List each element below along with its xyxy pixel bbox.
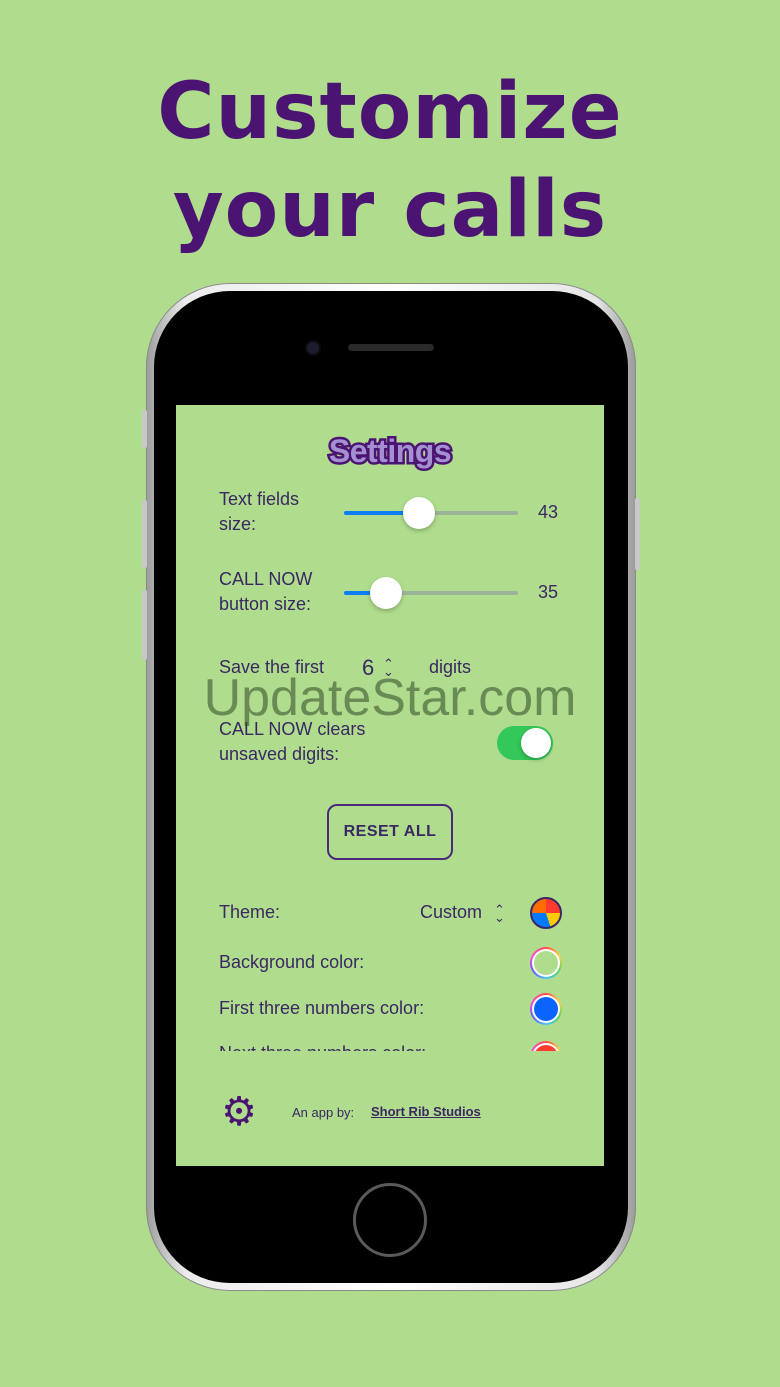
call-now-size-label: CALL NOW button size: (219, 567, 312, 617)
headline-line-1: Customize (157, 67, 623, 157)
text-fields-size-value: 43 (538, 502, 559, 522)
clears-toggle-label-line2: unsaved digits: (219, 744, 340, 764)
home-button[interactable] (353, 1183, 427, 1257)
power-button (635, 498, 640, 570)
next-three-color-swatch (534, 1045, 558, 1051)
theme-chevron-up-down-icon[interactable]: ⌃ ⌄ (494, 903, 505, 924)
call-now-size-label-line1: CALL NOW (219, 569, 313, 589)
clears-unsaved-digits-toggle[interactable] (497, 726, 553, 760)
watermark: UpdateStar.com (203, 669, 577, 727)
gear-icon[interactable]: ⚙ (220, 1092, 258, 1132)
text-fields-size-slider[interactable] (344, 497, 518, 529)
text-fields-size-label-line1: Text fields (219, 489, 300, 509)
background-color-swatch (534, 951, 558, 975)
first-three-color-label: First three numbers color: (219, 998, 425, 1018)
background-color-well[interactable] (530, 947, 562, 979)
text-fields-size-label: Text fields size: (219, 487, 299, 537)
settings-title: Settings (326, 431, 454, 472)
mute-switch (142, 410, 147, 448)
text-fields-size-label-line2: size: (219, 514, 257, 534)
first-three-color-well[interactable] (530, 993, 562, 1025)
volume-up-button (142, 500, 147, 568)
call-now-size-label-line2: button size: (219, 594, 312, 614)
call-now-size-slider[interactable] (344, 577, 518, 609)
call-now-size-slider-thumb[interactable] (369, 577, 402, 609)
next-three-color-ring (530, 1041, 562, 1051)
theme-picker-value[interactable]: Custom (420, 900, 482, 925)
credit-link[interactable]: Short Rib Studios (371, 1104, 481, 1119)
toggle-knob (521, 728, 551, 758)
app-screen: Settings Text fields size: 43 CALL NOW b… (176, 405, 604, 1166)
reset-all-button[interactable]: RESET ALL (327, 804, 453, 860)
front-camera-icon (307, 342, 319, 354)
credit-prefix: An app by: (292, 1105, 355, 1120)
headline-line-2: your calls (172, 165, 608, 255)
theme-color-wheel-icon[interactable] (530, 897, 562, 929)
next-three-color-label: Next three numbers color: (219, 1041, 426, 1051)
text-fields-size-slider-thumb[interactable] (402, 497, 435, 529)
volume-down-button (142, 590, 147, 660)
first-three-color-swatch (534, 997, 558, 1021)
earpiece-speaker (348, 344, 434, 351)
call-now-size-value: 35 (538, 582, 559, 602)
next-three-color-well[interactable] (530, 1041, 562, 1051)
theme-label: Theme: (219, 902, 281, 922)
background-color-label: Background color: (219, 952, 365, 972)
